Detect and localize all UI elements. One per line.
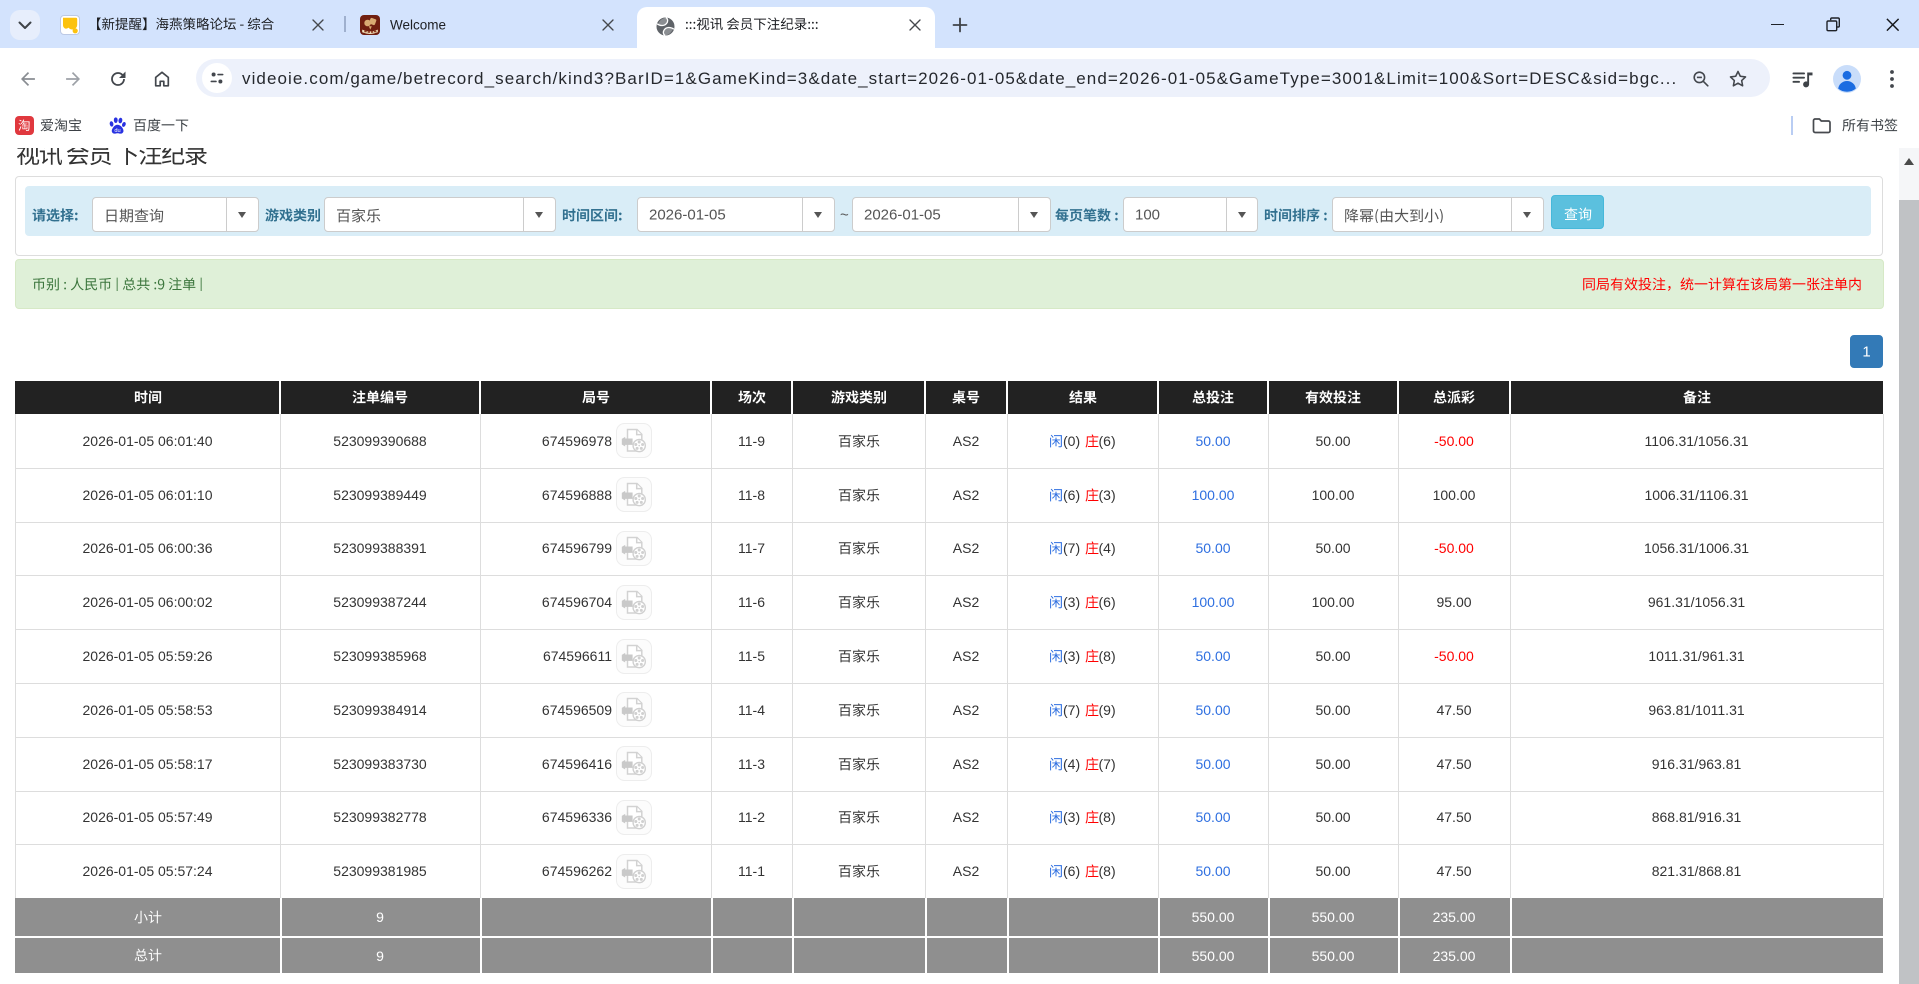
svg-text:du: du [114, 128, 120, 134]
